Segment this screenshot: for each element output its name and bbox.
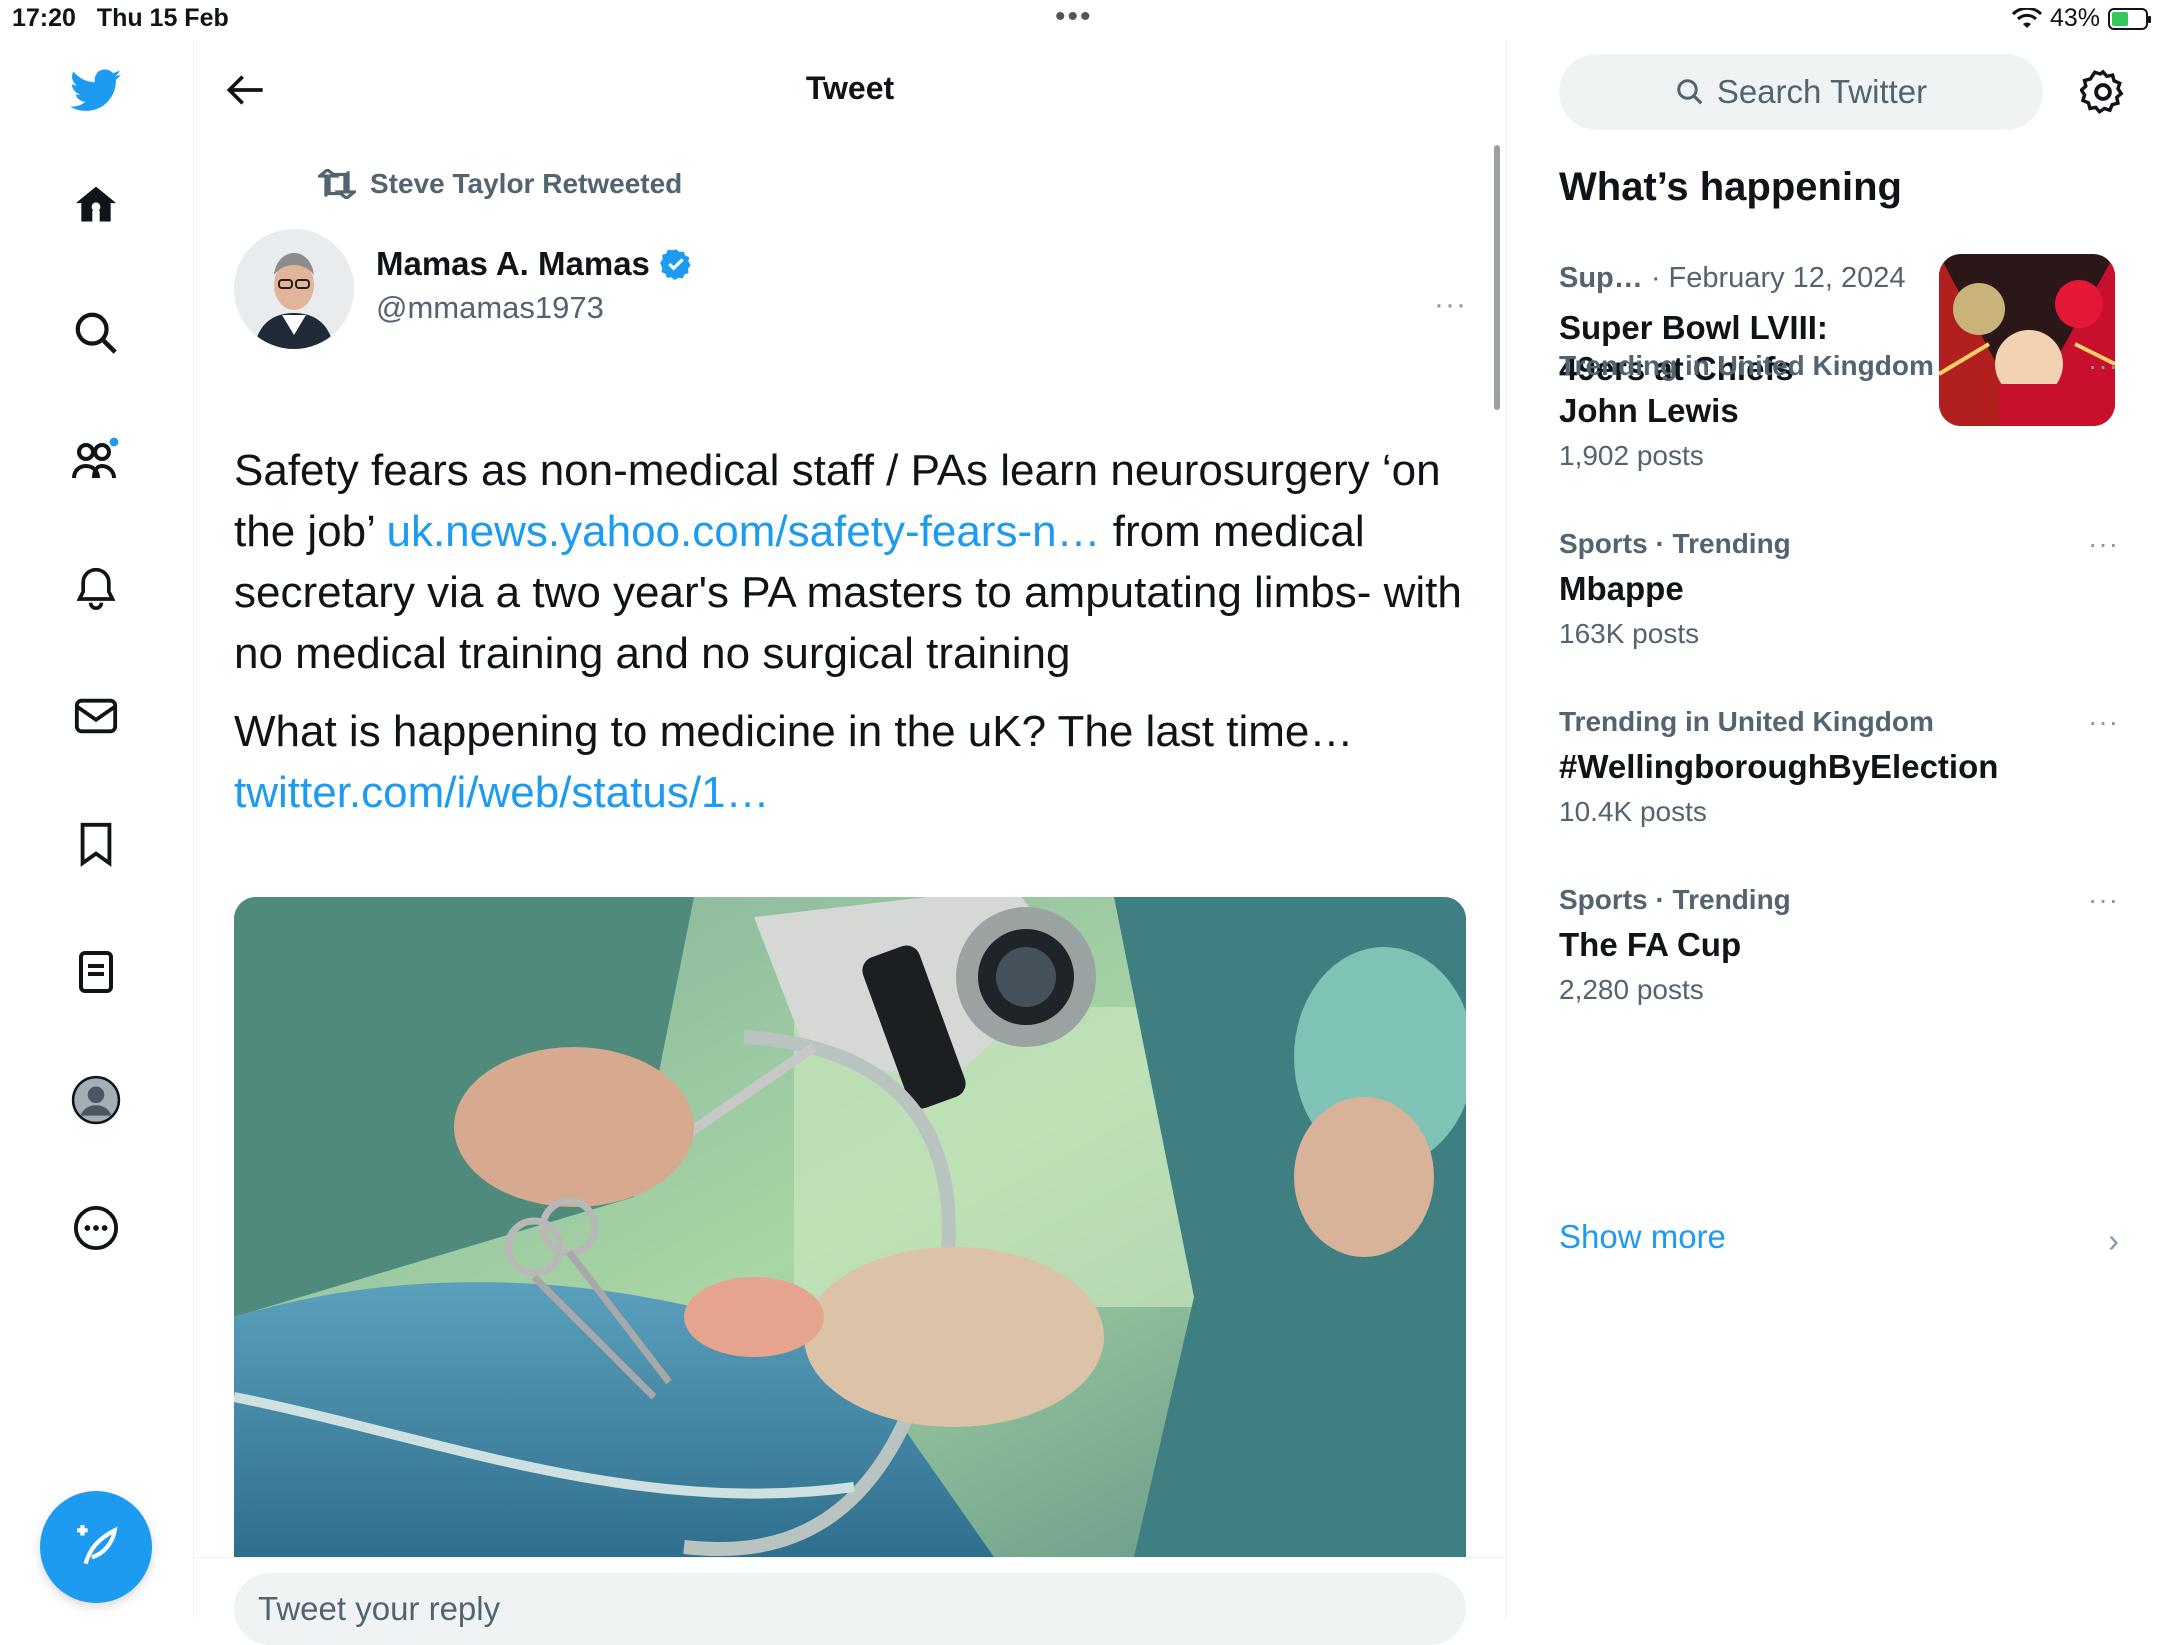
settings-gear-icon[interactable] <box>2073 62 2133 122</box>
page-title: Tweet <box>805 70 895 106</box>
status-time-date: 17:20 Thu 15 Feb <box>12 4 229 32</box>
trend-more-icon[interactable]: ··· <box>2088 706 2119 738</box>
status-bar: 17:20 Thu 15 Feb ••• 43% <box>0 0 2160 40</box>
author-handle[interactable]: @mmamas1973 <box>376 290 604 326</box>
trend-name: The FA Cup <box>1559 926 1742 963</box>
trend-item[interactable]: Sports · Trending Mbappe 163K posts ··· <box>1559 528 2119 650</box>
retweeted-by-label: Steve Taylor Retweeted <box>370 168 683 199</box>
chevron-right-icon: › <box>2108 1222 2119 1259</box>
trend-post-count: 2,280 posts <box>1559 974 1704 1005</box>
battery-percent: 43% <box>2049 4 2100 32</box>
trend-more-icon[interactable]: ··· <box>2088 528 2119 560</box>
twitter-logo-icon[interactable] <box>66 61 126 121</box>
author-name[interactable]: Mamas A. Mamas <box>376 245 692 283</box>
retweet-icon <box>318 169 356 199</box>
retweet-context[interactable]: Steve Taylor Retweeted <box>318 168 682 200</box>
verified-badge-icon <box>659 249 691 280</box>
trend-post-count: 1,902 posts <box>1559 440 1704 471</box>
trend-more-icon[interactable]: ··· <box>2088 350 2119 382</box>
trend-name: John Lewis <box>1559 392 1739 429</box>
bookmarks-icon[interactable] <box>66 814 126 874</box>
notifications-bell-icon[interactable] <box>66 558 126 618</box>
whats-happening-title: What’s happening <box>1559 165 1902 209</box>
trend-name: #WellingboroughByElection <box>1559 748 1999 785</box>
show-more-link[interactable]: Show more › <box>1559 1218 2119 1259</box>
scrollbar[interactable] <box>1494 145 1500 410</box>
tweet-detail-column: Tweet Steve Taylor Retweeted Mamas A. Ma… <box>194 40 1507 1645</box>
trend-more-icon[interactable]: ··· <box>2088 884 2119 916</box>
home-icon[interactable] <box>66 175 126 235</box>
left-nav <box>0 40 194 1620</box>
tweet-status-link[interactable]: twitter.com/i/web/status/1… <box>234 768 770 817</box>
search-input[interactable]: Search Twitter <box>1559 54 2043 130</box>
tweet-media-surgery-photo[interactable] <box>234 897 1466 1557</box>
article-link[interactable]: uk.news.yahoo.com/safety-fears-n… <box>386 507 1100 556</box>
reply-input[interactable]: Tweet your reply <box>234 1573 1466 1645</box>
right-sidebar: Search Twitter What’s happening Sup… · F… <box>1507 40 2160 1620</box>
multitasking-dots-icon[interactable]: ••• <box>1055 0 1093 34</box>
compose-feather-icon <box>77 1525 118 1565</box>
wifi-icon <box>2011 7 2042 28</box>
author-avatar[interactable] <box>234 229 354 349</box>
trend-item[interactable]: Trending in United Kingdom #Wellingborou… <box>1559 706 2119 828</box>
messages-mail-icon[interactable] <box>66 686 126 746</box>
trend-item[interactable]: Sports · Trending The FA Cup 2,280 posts… <box>1559 884 2119 1006</box>
battery-icon <box>2108 7 2151 30</box>
tweet-header: Tweet <box>194 40 1506 140</box>
search-icon[interactable] <box>66 303 126 363</box>
trend-name: Mbappe <box>1559 570 1684 607</box>
reply-bar: Tweet your reply <box>194 1557 1506 1645</box>
search-icon <box>1677 79 1703 105</box>
lists-icon[interactable] <box>66 942 126 1002</box>
trend-post-count: 10.4K posts <box>1559 796 1707 827</box>
search-placeholder: Search Twitter <box>1716 73 1928 110</box>
trend-item[interactable]: Trending in United Kingdom John Lewis 1,… <box>1559 350 2119 472</box>
more-options-icon[interactable] <box>66 1198 126 1258</box>
tweet-text: Safety fears as non-medical staff / PAs … <box>234 446 1462 817</box>
tweet-more-options-icon[interactable]: ··· <box>1434 288 1467 322</box>
compose-tweet-button[interactable] <box>40 1491 152 1603</box>
profile-avatar-icon[interactable] <box>66 1070 126 1130</box>
trend-post-count: 163K posts <box>1559 618 1700 649</box>
communities-icon[interactable] <box>66 430 126 490</box>
status-indicators: 43% <box>2011 4 2151 33</box>
